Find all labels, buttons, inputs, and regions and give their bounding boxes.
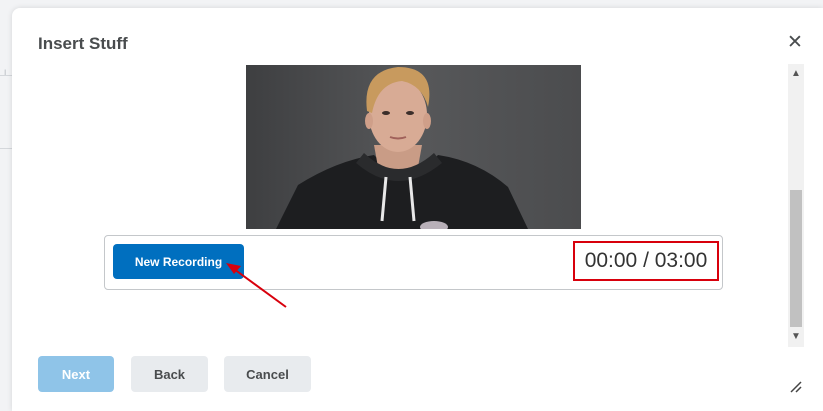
dialog-title: Insert Stuff xyxy=(38,34,128,53)
cancel-button[interactable]: Cancel xyxy=(224,356,311,392)
recorder-panel: New Recording 00:00 / 03:00 xyxy=(104,235,723,290)
next-button[interactable]: Next xyxy=(38,356,114,392)
insert-stuff-dialog: Insert Stuff ✕ New Recording 00:00 / 03:… xyxy=(12,8,823,411)
background-divider xyxy=(0,148,12,149)
scrollbar-thumb[interactable] xyxy=(790,190,802,327)
dialog-content: New Recording 00:00 / 03:00 xyxy=(12,62,787,342)
webcam-preview xyxy=(246,65,581,229)
back-button[interactable]: Back xyxy=(131,356,208,392)
content-scrollbar[interactable]: ▲ ▼ xyxy=(788,64,804,347)
webcam-image xyxy=(246,65,581,229)
recording-timer: 00:00 / 03:00 xyxy=(573,241,719,281)
scroll-up-arrow-icon[interactable]: ▲ xyxy=(788,66,804,82)
close-icon[interactable]: ✕ xyxy=(785,33,805,53)
scroll-down-arrow-icon[interactable]: ▼ xyxy=(788,329,804,345)
background-page-fragment: L xyxy=(4,68,10,78)
new-recording-button[interactable]: New Recording xyxy=(113,244,244,279)
background-divider xyxy=(0,75,12,76)
resize-grip-icon[interactable] xyxy=(788,379,802,393)
